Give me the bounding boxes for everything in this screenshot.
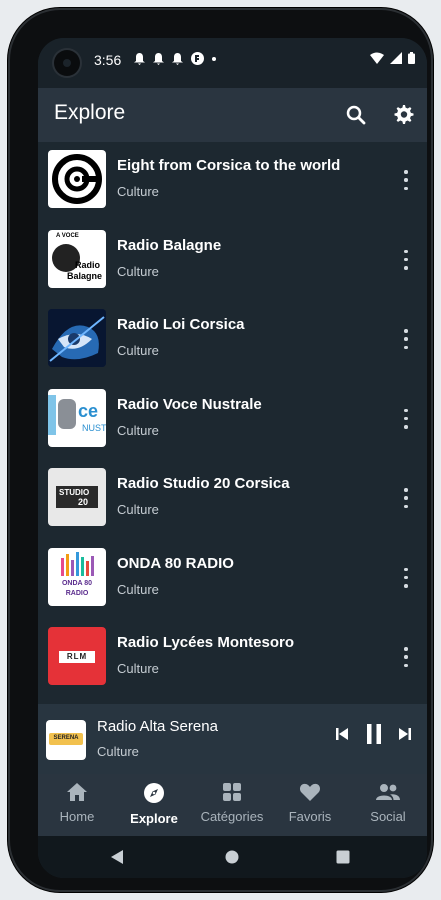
nav-label: Explore: [130, 811, 178, 826]
rlm-logo: RLM: [48, 627, 106, 685]
radio-balagne-logo: A VOCE Radio Balagne: [48, 229, 106, 288]
station-category: Culture: [117, 263, 159, 279]
station-name: Radio Lycées Montesoro: [117, 634, 294, 651]
logo-text: 20: [78, 497, 89, 507]
nav-item-categories[interactable]: Catégories: [193, 782, 271, 824]
station-name: Radio Balagne: [117, 236, 222, 254]
logo-text: ONDA 80: [61, 579, 93, 587]
phone-frame: 3:56 Explore Eight from Corsica to the w…: [8, 8, 433, 892]
more-options-icon[interactable]: [401, 647, 411, 667]
page-title: Explore: [54, 101, 126, 124]
logo-text: Balagne: [67, 270, 103, 281]
voce-nustrale-logo: ce NUST: [48, 388, 106, 447]
loi-corsica-artwork: [48, 309, 106, 367]
grid-icon: [223, 783, 241, 801]
battery-icon: [408, 52, 415, 64]
radio-loi-corsica-logo: [48, 309, 106, 367]
station-name: Radio Studio 20 Corsica: [117, 475, 290, 492]
more-options-icon[interactable]: [401, 329, 411, 349]
notification-bell-icon: [134, 52, 145, 65]
station-category: Culture: [117, 184, 159, 199]
now-playing-bar[interactable]: SERENA Radio Alta Serena Culture: [38, 704, 427, 774]
more-options-icon[interactable]: [401, 408, 411, 429]
list-item[interactable]: ONDA 80 RADIO ONDA 80 RADIO Culture: [38, 540, 427, 620]
status-time: 3:56: [94, 52, 122, 68]
notification-dot: [212, 56, 216, 61]
notification-bell-icon: [172, 52, 183, 65]
nav-label: Home: [59, 809, 95, 824]
recents-icon[interactable]: [336, 850, 350, 864]
logo-bar: [48, 394, 56, 435]
now-playing-logo: SERENA: [46, 720, 86, 760]
signal-icon: [390, 52, 402, 64]
notification-icons: [134, 52, 216, 65]
system-navigation-bar: [38, 836, 427, 878]
nav-label: Catégories: [200, 809, 264, 824]
system-status-icons: [370, 52, 415, 64]
bottom-navigation: Home Explore Catégories Favoris Social: [38, 774, 427, 836]
now-playing-title: Radio Alta Serena: [97, 718, 218, 735]
station-list: Eight from Corsica to the world Culture …: [38, 142, 427, 699]
nav-item-explore[interactable]: Explore: [115, 782, 193, 826]
nav-label: Favoris: [288, 809, 332, 824]
notification-bell-icon: [153, 52, 164, 65]
nav-item-home[interactable]: Home: [38, 782, 116, 824]
nav-label: Social: [370, 809, 406, 824]
onda-80-logo: ONDA 80 RADIO: [48, 547, 106, 606]
more-options-icon[interactable]: [401, 170, 411, 190]
compass-icon: [144, 783, 164, 803]
list-item[interactable]: A VOCE Radio Balagne Radio Balagne Cultu…: [38, 222, 427, 302]
logo-text: RLM: [66, 652, 88, 661]
logo-text: NUST: [82, 422, 106, 433]
settings-gear-icon[interactable]: [391, 103, 415, 127]
logo-text: Radio: [75, 259, 101, 270]
station-name: ONDA 80 RADIO: [117, 554, 234, 572]
back-icon[interactable]: [110, 850, 124, 864]
nav-item-social[interactable]: Social: [349, 782, 427, 824]
list-item[interactable]: Radio Loi Corsica Culture: [38, 301, 427, 381]
logo-text: A VOCE: [56, 232, 79, 239]
nav-item-favorites[interactable]: Favoris: [271, 782, 349, 824]
app-notification-icon: [191, 52, 204, 65]
front-camera: [54, 50, 80, 76]
station-name: Radio Loi Corsica: [117, 316, 245, 333]
logo-text: STUDIO: [59, 488, 90, 497]
wifi-icon: [370, 52, 384, 64]
more-options-icon[interactable]: [401, 249, 411, 270]
station-category: Culture: [117, 661, 159, 676]
logo-text: RADIO: [65, 589, 89, 597]
station-category: Culture: [117, 581, 159, 597]
now-playing-category: Culture: [97, 744, 139, 759]
status-bar: 3:56: [38, 38, 427, 88]
list-item[interactable]: STUDIO 20 Radio Studio 20 Corsica Cultur…: [38, 460, 427, 540]
more-options-icon[interactable]: [401, 488, 411, 508]
eight-logo-graphic: [52, 154, 102, 204]
list-item[interactable]: RLM Radio Lycées Montesoro Culture: [38, 619, 427, 699]
app-bar: Explore: [38, 88, 427, 142]
station-category: Culture: [117, 422, 159, 438]
people-icon: [376, 784, 400, 800]
home-circle-icon[interactable]: [225, 850, 239, 864]
list-item[interactable]: ce NUST Radio Voce Nustrale Culture: [38, 381, 427, 461]
eight-logo: [48, 150, 106, 208]
more-options-icon[interactable]: [401, 567, 411, 588]
screen: 3:56 Explore Eight from Corsica to the w…: [38, 38, 427, 878]
skip-next-icon[interactable]: [397, 726, 413, 742]
search-icon[interactable]: [344, 103, 368, 127]
list-item[interactable]: Eight from Corsica to the world Culture: [38, 142, 427, 222]
skip-previous-icon[interactable]: [334, 726, 350, 742]
logo-text: SERENA: [53, 735, 79, 741]
onda-80-equalizer: [61, 551, 94, 576]
logo-microphone: [58, 398, 76, 429]
logo-text: ce: [78, 400, 99, 421]
station-name: Eight from Corsica to the world: [117, 157, 341, 174]
heart-icon: [299, 783, 321, 801]
station-category: Culture: [117, 343, 159, 358]
studio-20-logo: STUDIO 20: [48, 468, 106, 526]
home-icon: [67, 783, 87, 801]
station-category: Culture: [117, 502, 159, 517]
station-name: Radio Voce Nustrale: [117, 395, 262, 413]
pause-icon[interactable]: [364, 723, 384, 745]
